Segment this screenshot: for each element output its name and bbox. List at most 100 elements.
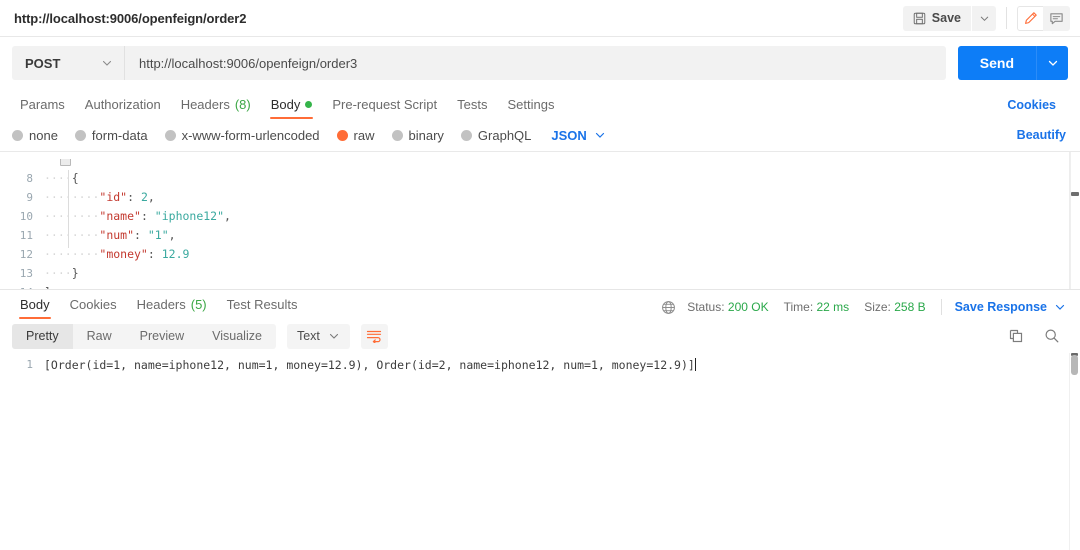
indent-dots: ········ [44,209,100,223]
copy-button[interactable] [1008,328,1024,344]
editor-line[interactable]: 12 ········"money": 12.9 [0,245,1080,264]
response-view-segment: Pretty Raw Preview Visualize [12,323,276,349]
tab-label: Pre-request Script [332,97,438,112]
token-punct: : [147,247,162,261]
body-type-urlencoded[interactable]: x-www-form-urlencoded [164,128,320,143]
tab-label: Headers [180,97,230,112]
token-number: 2 [140,190,148,204]
floppy-disk-icon [913,12,926,25]
toolbar-divider [1006,7,1007,29]
body-type-form-data[interactable]: form-data [74,128,148,143]
indent-dots: ········ [44,190,100,204]
response-format-label: Text [296,329,320,343]
response-tab-headers[interactable]: Headers (5) [127,297,217,319]
tab-label: Params [20,97,65,112]
response-tab-test-results[interactable]: Test Results [217,297,308,319]
body-type-raw[interactable]: raw [336,128,375,143]
tab-label: Body [20,297,50,312]
cookies-link[interactable]: Cookies [997,98,1066,119]
save-response-button[interactable]: Save Response [955,300,1047,314]
token-key: "money" [99,247,148,261]
edit-request-button[interactable] [1017,5,1044,31]
chevron-down-icon[interactable] [1054,301,1066,313]
token-punct: , [224,209,231,223]
line-number: 1 [26,358,33,371]
line-number: 11 [19,229,33,242]
tab-body[interactable]: Body [261,97,323,119]
tab-tests[interactable]: Tests [447,97,497,119]
word-wrap-button[interactable] [360,323,388,349]
tab-params[interactable]: Params [10,97,75,119]
save-button[interactable]: Save [902,5,971,31]
globe-icon [661,300,676,315]
line-code: ····{ [44,169,79,188]
body-format-label: JSON [551,127,587,143]
save-options-button[interactable] [972,5,996,31]
radio-icon [12,129,23,141]
response-view-preview[interactable]: Preview [126,324,198,349]
response-view-pretty[interactable]: Pretty [12,323,73,349]
editor-scrollbar[interactable] [1070,152,1080,289]
line-number: 9 [26,191,33,204]
editor-line[interactable]: 13 ····} [0,264,1080,283]
token-punct: , [168,228,176,242]
line-number: 13 [19,267,33,280]
editor-scrollbar-thumb[interactable] [1071,192,1079,196]
line-number: 12 [19,248,33,261]
token: { [71,171,79,185]
meta-divider [940,299,942,315]
response-tab-cookies[interactable]: Cookies [60,297,127,319]
line-number: 14 [0,283,44,289]
editor-line[interactable]: 9 ········"id": 2, [0,188,1080,207]
search-button[interactable] [1044,328,1060,344]
editor-fold-row [0,159,1080,169]
response-scrollbar[interactable] [1070,353,1080,550]
request-body-editor[interactable]: 8 ····{ 9 ········"id": 2, 10 ········"n… [0,152,1080,290]
text-cursor [694,357,696,371]
tab-pre-request-script[interactable]: Pre-request Script [322,97,447,119]
chevron-down-icon [979,13,990,24]
line-number: 10 [19,210,33,223]
tab-settings[interactable]: Settings [497,97,564,119]
editor-content[interactable]: 8 ····{ 9 ········"id": 2, 10 ········"n… [0,152,1080,289]
chevron-down-icon [1047,57,1059,69]
body-type-none[interactable]: none [12,128,58,143]
line-code: ····} [44,264,79,283]
response-format-select[interactable]: Text [286,323,350,349]
search-icon [1044,328,1060,344]
status-badge: Status: 200 OK [687,300,768,314]
tab-headers[interactable]: Headers (8) [171,97,261,119]
body-type-label: none [29,127,58,143]
editor-line[interactable]: 10 ········"name": "iphone12", [0,207,1080,226]
line-code: ········"id": 2, [44,188,155,207]
response-scrollbar-thumb[interactable] [1071,355,1078,375]
response-tabs: Body Cookies Headers (5) Test Results St… [0,290,1080,319]
response-tab-body[interactable]: Body [10,297,60,319]
tab-label: Test Results [226,297,298,312]
editor-line[interactable]: 14 ] [0,283,1080,289]
radio-icon [164,129,176,141]
editor-line[interactable]: 11 ········"num": "1", [0,226,1080,245]
http-method-select[interactable]: POST [12,46,124,80]
url-input[interactable]: http://localhost:9006/openfeign/order3 [124,46,946,80]
response-view-raw[interactable]: Raw [73,324,126,349]
tab-authorization[interactable]: Authorization [75,97,171,119]
indent-guide [68,170,69,248]
send-button[interactable]: Send [957,46,1036,80]
comments-button[interactable] [1043,5,1070,31]
body-type-graphql[interactable]: GraphQL [460,128,531,143]
status-label: Status: [687,300,725,314]
postman-window: http://localhost:9006/openfeign/order2 S… [0,0,1080,550]
body-format-select[interactable]: JSON [551,128,605,143]
response-body-viewer[interactable]: 1 [Order(id=1, name=iphone12, num=1, mon… [0,353,1080,550]
response-meta: Status: 200 OK Time: 22 ms Size: 258 B S… [661,299,1066,319]
editor-line[interactable]: 8 ····{ [0,169,1080,188]
chevron-down-icon [101,57,113,69]
beautify-button[interactable]: Beautify [1017,128,1066,142]
body-type-binary[interactable]: binary [391,128,444,143]
line-code: ] [44,283,51,289]
token-punct: ] [44,285,51,289]
response-view-visualize[interactable]: Visualize [198,324,276,349]
response-body-line[interactable]: 1 [Order(id=1, name=iphone12, num=1, mon… [0,353,1080,373]
send-options-button[interactable] [1036,46,1068,80]
